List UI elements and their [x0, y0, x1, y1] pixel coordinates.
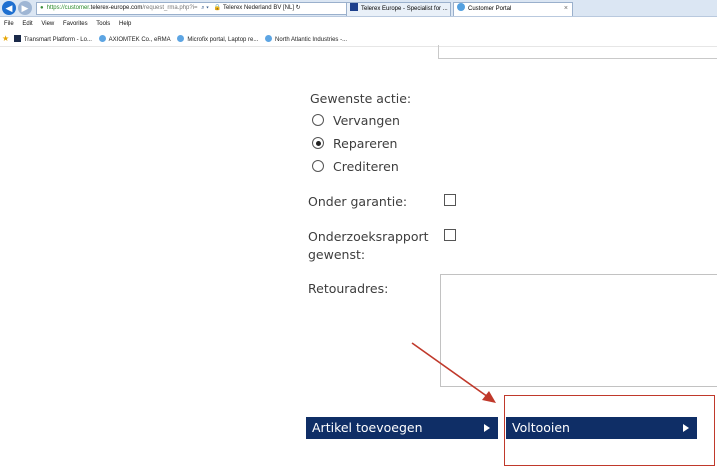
favorite-link[interactable]: AXIOMTEK Co., eRMA: [98, 32, 171, 48]
radio-label: Crediteren: [333, 159, 399, 174]
caret-right-icon: [484, 424, 490, 432]
close-icon[interactable]: ×: [564, 3, 568, 15]
favorite-link[interactable]: Microfix portal, Laptop re...: [177, 32, 258, 48]
menu-view[interactable]: View: [41, 21, 54, 27]
favorite-label: AXIOMTEK Co., eRMA: [108, 37, 171, 43]
add-article-label: Artikel toevoegen: [312, 420, 423, 435]
report-checkbox[interactable]: [444, 229, 456, 241]
search-dropdown-icon[interactable]: ⌕ ▾: [201, 5, 209, 11]
url-path: /request_rma.php?i=: [142, 5, 198, 11]
favorite-label: Transmart Platform - Lo...: [23, 37, 92, 43]
lock-icon: 🔒: [213, 5, 221, 11]
tab-customer-portal[interactable]: Customer Portal ×: [453, 2, 573, 16]
url-prefix: https://customer.: [46, 5, 91, 11]
radio-button-selected[interactable]: [312, 137, 324, 149]
tab-telerex-europe[interactable]: Telerex Europe - Specialist for ...: [346, 2, 451, 16]
tab-label: Customer Portal: [468, 6, 512, 12]
menu-favorites[interactable]: Favorites: [63, 21, 88, 27]
annotation-highlight-box: [504, 395, 715, 466]
ie-page-icon: [265, 35, 273, 42]
menu-edit[interactable]: Edit: [22, 21, 32, 27]
transmart-icon: [13, 35, 21, 42]
favorite-link[interactable]: North Atlantic Industries -...: [265, 32, 347, 48]
page-content: Gewenste actie: Vervangen Repareren Cred…: [0, 45, 717, 466]
tab-label: Telerex Europe - Specialist for ...: [361, 6, 448, 12]
site-identity[interactable]: Telerex Nederland BV [NL] ↻: [223, 5, 301, 11]
radio-option-crediteren[interactable]: Crediteren: [312, 158, 399, 176]
radio-button[interactable]: [312, 160, 324, 172]
menu-tools[interactable]: Tools: [96, 21, 110, 27]
add-article-button[interactable]: Artikel toevoegen: [306, 417, 498, 439]
browser-window: ◀ ▶ ● https://customer.telerex-europe.com…: [0, 0, 717, 466]
return-address-textarea[interactable]: [440, 274, 717, 387]
favorite-link[interactable]: Transmart Platform - Lo...: [13, 32, 92, 48]
radio-label: Repareren: [333, 136, 398, 151]
menu-file[interactable]: File: [4, 21, 14, 27]
radio-option-repareren[interactable]: Repareren: [312, 135, 397, 153]
browser-tab-bar: ◀ ▶ ● https://customer.telerex-europe.com…: [0, 0, 717, 17]
page-icon: ●: [40, 5, 44, 11]
back-arrow-icon[interactable]: ◀: [2, 1, 16, 15]
address-bar[interactable]: ● https://customer.telerex-europe.com/req…: [36, 2, 354, 15]
favorite-label: Microfix portal, Laptop re...: [187, 37, 259, 43]
warranty-label: Onder garantie:: [308, 194, 408, 209]
ie-page-icon: [98, 35, 106, 42]
report-label-line1: Onderzoeksrapport: [308, 229, 429, 244]
ie-page-icon: [177, 35, 185, 42]
action-label: Gewenste actie:: [310, 91, 412, 106]
radio-button[interactable]: [312, 114, 324, 126]
telerex-favicon-icon: [350, 3, 358, 11]
forward-arrow-icon[interactable]: ▶: [18, 1, 32, 15]
radio-label: Vervangen: [333, 113, 400, 128]
favorite-label: North Atlantic Industries -...: [275, 37, 348, 43]
ie-favicon-icon: [457, 3, 465, 11]
report-label-line2: gewenst:: [308, 247, 366, 262]
previous-field[interactable]: [438, 45, 717, 59]
url-domain: telerex-europe.com: [90, 5, 143, 11]
warranty-checkbox[interactable]: [444, 194, 456, 206]
menu-help[interactable]: Help: [119, 21, 131, 27]
radio-option-vervangen[interactable]: Vervangen: [312, 112, 400, 130]
menu-bar: File Edit View Favorites Tools Help: [0, 17, 717, 31]
return-address-label: Retouradres:: [308, 281, 389, 296]
favorites-star-icon[interactable]: ★: [2, 34, 9, 43]
